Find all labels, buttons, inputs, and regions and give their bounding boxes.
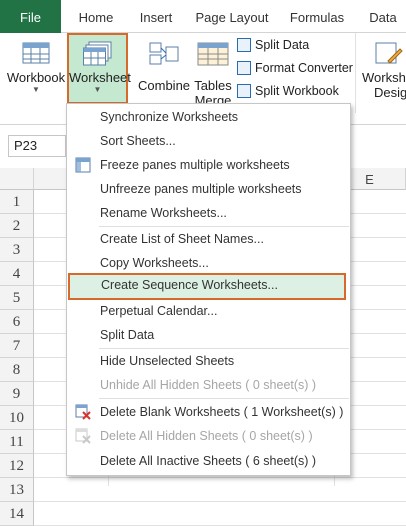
- row-header[interactable]: 10: [0, 406, 34, 430]
- menu-item-rename-worksheets[interactable]: Rename Worksheets...: [67, 201, 350, 225]
- tables-label: Tables: [194, 78, 232, 93]
- workbook-label: Workbook: [6, 70, 66, 85]
- menu-item-unfreeze-panes[interactable]: Unfreeze panes multiple worksheets: [67, 177, 350, 201]
- row-header[interactable]: 3: [0, 238, 34, 262]
- row-gridline: [34, 501, 406, 502]
- row-header[interactable]: 11: [0, 430, 34, 454]
- row-header[interactable]: 7: [0, 334, 34, 358]
- menu-item-label: Delete Blank Worksheets ( 1 Worksheet(s)…: [100, 405, 344, 419]
- menu-item-label: Delete All Hidden Sheets ( 0 sheet(s) ): [100, 429, 313, 443]
- worksheet-design-label-1: Workshe: [362, 70, 406, 85]
- menu-item-create-list-of-sheet-names[interactable]: Create List of Sheet Names...: [67, 227, 350, 251]
- row-header[interactable]: 12: [0, 454, 34, 478]
- menu-item-hide-unselected-sheets[interactable]: Hide Unselected Sheets: [67, 349, 350, 373]
- worksheet-dropdown-menu: Synchronize Worksheets Sort Sheets... Fr…: [66, 103, 351, 476]
- tab-formulas[interactable]: Formulas: [282, 0, 352, 33]
- combine-icon: [149, 42, 179, 65]
- tab-page-layout[interactable]: Page Layout: [190, 0, 274, 33]
- menu-item-create-sequence-worksheets[interactable]: Create Sequence Worksheets...: [68, 273, 346, 300]
- row-gridline: [34, 477, 406, 478]
- menu-item-unhide-all-hidden-sheets: Unhide All Hidden Sheets ( 0 sheet(s) ): [100, 378, 317, 392]
- name-box[interactable]: P23: [8, 135, 66, 157]
- split-data-label: Split Data: [255, 38, 310, 52]
- menu-item-sort-sheets[interactable]: Sort Sheets...: [67, 129, 350, 153]
- row-header[interactable]: 5: [0, 286, 34, 310]
- ribbon-tabs: File Home Insert Page Layout Formulas Da…: [0, 0, 406, 33]
- worksheet-button[interactable]: Worksheet ▼: [67, 33, 131, 104]
- row-header[interactable]: 9: [0, 382, 34, 406]
- tab-data[interactable]: Data: [360, 0, 406, 33]
- row-header[interactable]: 8: [0, 358, 34, 382]
- tables-merge-button[interactable]: Tables Merge: [193, 33, 233, 108]
- split-data-button[interactable]: Split Data: [237, 35, 309, 55]
- menu-item-synchronize-worksheets[interactable]: Synchronize Worksheets: [67, 105, 350, 129]
- combine-label: Combine: [138, 78, 191, 93]
- format-converter-icon: [237, 61, 251, 75]
- menu-item-label: Freeze panes multiple worksheets: [100, 158, 290, 172]
- tab-insert[interactable]: Insert: [128, 0, 184, 33]
- worksheet-icon: [82, 41, 111, 66]
- chevron-down-icon: ▼: [32, 85, 40, 94]
- row-header[interactable]: 1: [0, 190, 34, 214]
- menu-item-delete-blank-worksheets[interactable]: Delete Blank Worksheets ( 1 Worksheet(s)…: [67, 400, 350, 424]
- workbook-icon: [22, 42, 50, 64]
- chevron-down-icon: ▼: [93, 85, 102, 94]
- combine-button[interactable]: Combine: [138, 33, 190, 103]
- menu-item-copy-worksheets[interactable]: Copy Worksheets...: [67, 251, 350, 275]
- row-header[interactable]: 14: [0, 502, 34, 526]
- select-all-corner[interactable]: [0, 168, 34, 190]
- menu-item-split-data[interactable]: Split Data: [67, 323, 350, 347]
- delete-sheet-icon: [75, 404, 91, 420]
- split-workbook-label: Split Workbook: [255, 84, 339, 98]
- workbook-button[interactable]: Workbook ▼: [6, 33, 66, 103]
- split-workbook-button[interactable]: Split Workbook: [237, 81, 339, 101]
- row-header[interactable]: 4: [0, 262, 34, 286]
- split-data-icon: [237, 38, 251, 52]
- freeze-panes-icon: [75, 157, 91, 173]
- format-converter-label: Format Converter: [255, 61, 353, 75]
- row-header[interactable]: 6: [0, 310, 34, 334]
- ribbon-group-divider: [355, 33, 356, 113]
- menu-item-freeze-panes[interactable]: Freeze panes multiple worksheets: [67, 153, 350, 177]
- delete-hidden-sheet-icon: [75, 428, 91, 444]
- worksheet-design-button[interactable]: Workshe Desig: [362, 33, 406, 103]
- tab-file[interactable]: File: [0, 0, 61, 33]
- menu-item-delete-all-hidden-sheets: Delete All Hidden Sheets ( 0 sheet(s) ): [67, 424, 350, 448]
- tables-merge-icon: [197, 42, 229, 66]
- menu-item-delete-all-inactive-sheets[interactable]: Delete All Inactive Sheets ( 6 sheet(s) …: [67, 449, 350, 473]
- worksheet-label: Worksheet: [69, 70, 131, 85]
- menu-separator: [99, 398, 349, 399]
- worksheet-design-label-2: Desig: [374, 85, 406, 100]
- split-workbook-icon: [237, 84, 251, 98]
- row-header[interactable]: 2: [0, 214, 34, 238]
- tab-home[interactable]: Home: [68, 0, 124, 33]
- format-converter-button[interactable]: Format Converter: [237, 58, 353, 78]
- menu-item-perpetual-calendar[interactable]: Perpetual Calendar...: [67, 299, 350, 323]
- row-header[interactable]: 13: [0, 478, 34, 502]
- worksheet-design-icon: [375, 42, 403, 64]
